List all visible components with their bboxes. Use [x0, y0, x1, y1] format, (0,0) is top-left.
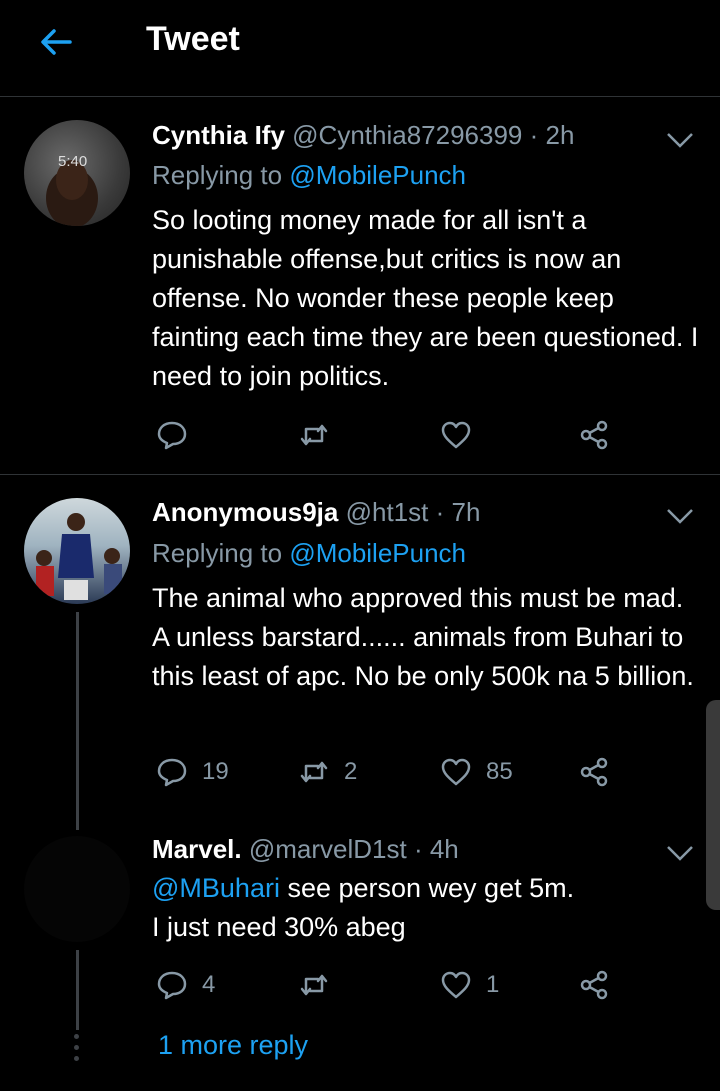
like-count: 1 [486, 971, 500, 998]
replying-to-handle[interactable]: @MobilePunch [289, 160, 466, 190]
more-replies-link[interactable]: 1 more reply [158, 1030, 308, 1061]
replying-to-handle[interactable]: @MobilePunch [289, 538, 466, 568]
retweet-icon [300, 974, 328, 996]
like-button[interactable]: 85 [440, 752, 513, 792]
back-arrow-icon[interactable] [36, 22, 76, 62]
author-name[interactable]: Cynthia Ify [152, 120, 285, 150]
tweet-text-line: @MBuhari see person wey get 5m. [152, 869, 702, 908]
reply-icon [157, 758, 187, 787]
share-button[interactable] [578, 415, 610, 455]
tweet-time: · 4h [413, 834, 459, 864]
avatar[interactable] [24, 836, 130, 942]
tweet-actions: 4 1 [152, 965, 632, 1005]
replying-to-label: Replying to [152, 538, 283, 568]
retweet-icon [300, 761, 328, 783]
tweet-text-line: I just need 30% abeg [152, 912, 406, 942]
like-button[interactable] [440, 415, 486, 455]
tweet-actions: 19 2 85 [152, 752, 632, 792]
share-icon [580, 420, 608, 450]
tweet-divider [0, 474, 720, 475]
retweet-icon [300, 424, 328, 446]
replying-to: Replying to @MobilePunch [152, 158, 466, 192]
tweet-text: @MBuhari see person wey get 5m. I just n… [152, 869, 702, 947]
like-count: 85 [486, 758, 513, 785]
retweet-button[interactable] [298, 965, 344, 1005]
retweet-count: 2 [344, 758, 358, 785]
share-button[interactable] [578, 965, 610, 1005]
like-icon [441, 971, 471, 999]
reply-count: 4 [202, 971, 216, 998]
share-icon [580, 757, 608, 787]
replying-to: Replying to @MobilePunch [152, 536, 466, 570]
reply-button[interactable]: 19 [156, 752, 229, 792]
avatar[interactable]: 5:40 [24, 120, 130, 226]
reply-button[interactable]: 4 [156, 965, 215, 1005]
chevron-down-icon[interactable] [664, 841, 696, 865]
like-icon [441, 421, 471, 449]
reply-icon [157, 421, 187, 450]
tweet-text: The animal who approved this must be mad… [152, 583, 694, 691]
author-name[interactable]: Anonymous9ja [152, 497, 338, 527]
retweet-button[interactable] [298, 415, 344, 455]
scrollbar[interactable] [706, 700, 720, 910]
share-button[interactable] [578, 752, 610, 792]
header-divider [0, 96, 720, 97]
tweet-header: Anonymous9ja @ht1st · 7h [152, 495, 480, 529]
thread-dots [74, 1034, 80, 1067]
tweet-text: So looting money made for all isn't a pu… [152, 205, 699, 391]
chevron-down-icon[interactable] [664, 504, 696, 528]
share-icon [580, 970, 608, 1000]
tweet-actions [152, 415, 632, 455]
avatar[interactable] [24, 498, 130, 604]
thread-line [76, 950, 79, 1030]
page-title: Tweet [146, 20, 240, 58]
tweet-text-fragment: see person wey get 5m. [279, 873, 575, 903]
avatar-photo [36, 513, 122, 600]
replying-to-label: Replying to [152, 160, 283, 190]
author-name[interactable]: Marvel. [152, 834, 242, 864]
tweet-header: Cynthia Ify @Cynthia87296399 · 2h [152, 118, 574, 152]
retweet-button[interactable]: 2 [298, 752, 357, 792]
chevron-down-icon[interactable] [664, 128, 696, 152]
thread-line [76, 612, 79, 830]
avatar-overlay-text: 5:40 [58, 153, 87, 170]
tweet-time: · 7h [435, 497, 481, 527]
top-bar: Tweet [0, 0, 720, 84]
tweet-time: · 2h [529, 120, 575, 150]
tweet-header: Marvel. @marvelD1st · 4h [152, 832, 459, 866]
author-handle[interactable]: @Cynthia87296399 [292, 120, 522, 150]
reply-icon [157, 971, 187, 1000]
like-icon [441, 758, 471, 786]
reply-button[interactable] [156, 415, 202, 455]
like-button[interactable]: 1 [440, 965, 499, 1005]
author-handle[interactable]: @ht1st [346, 497, 429, 527]
author-handle[interactable]: @marvelD1st [249, 834, 407, 864]
avatar-photo: 5:40 [46, 153, 98, 226]
reply-count: 19 [202, 758, 229, 785]
mention-link[interactable]: @MBuhari [152, 873, 280, 903]
